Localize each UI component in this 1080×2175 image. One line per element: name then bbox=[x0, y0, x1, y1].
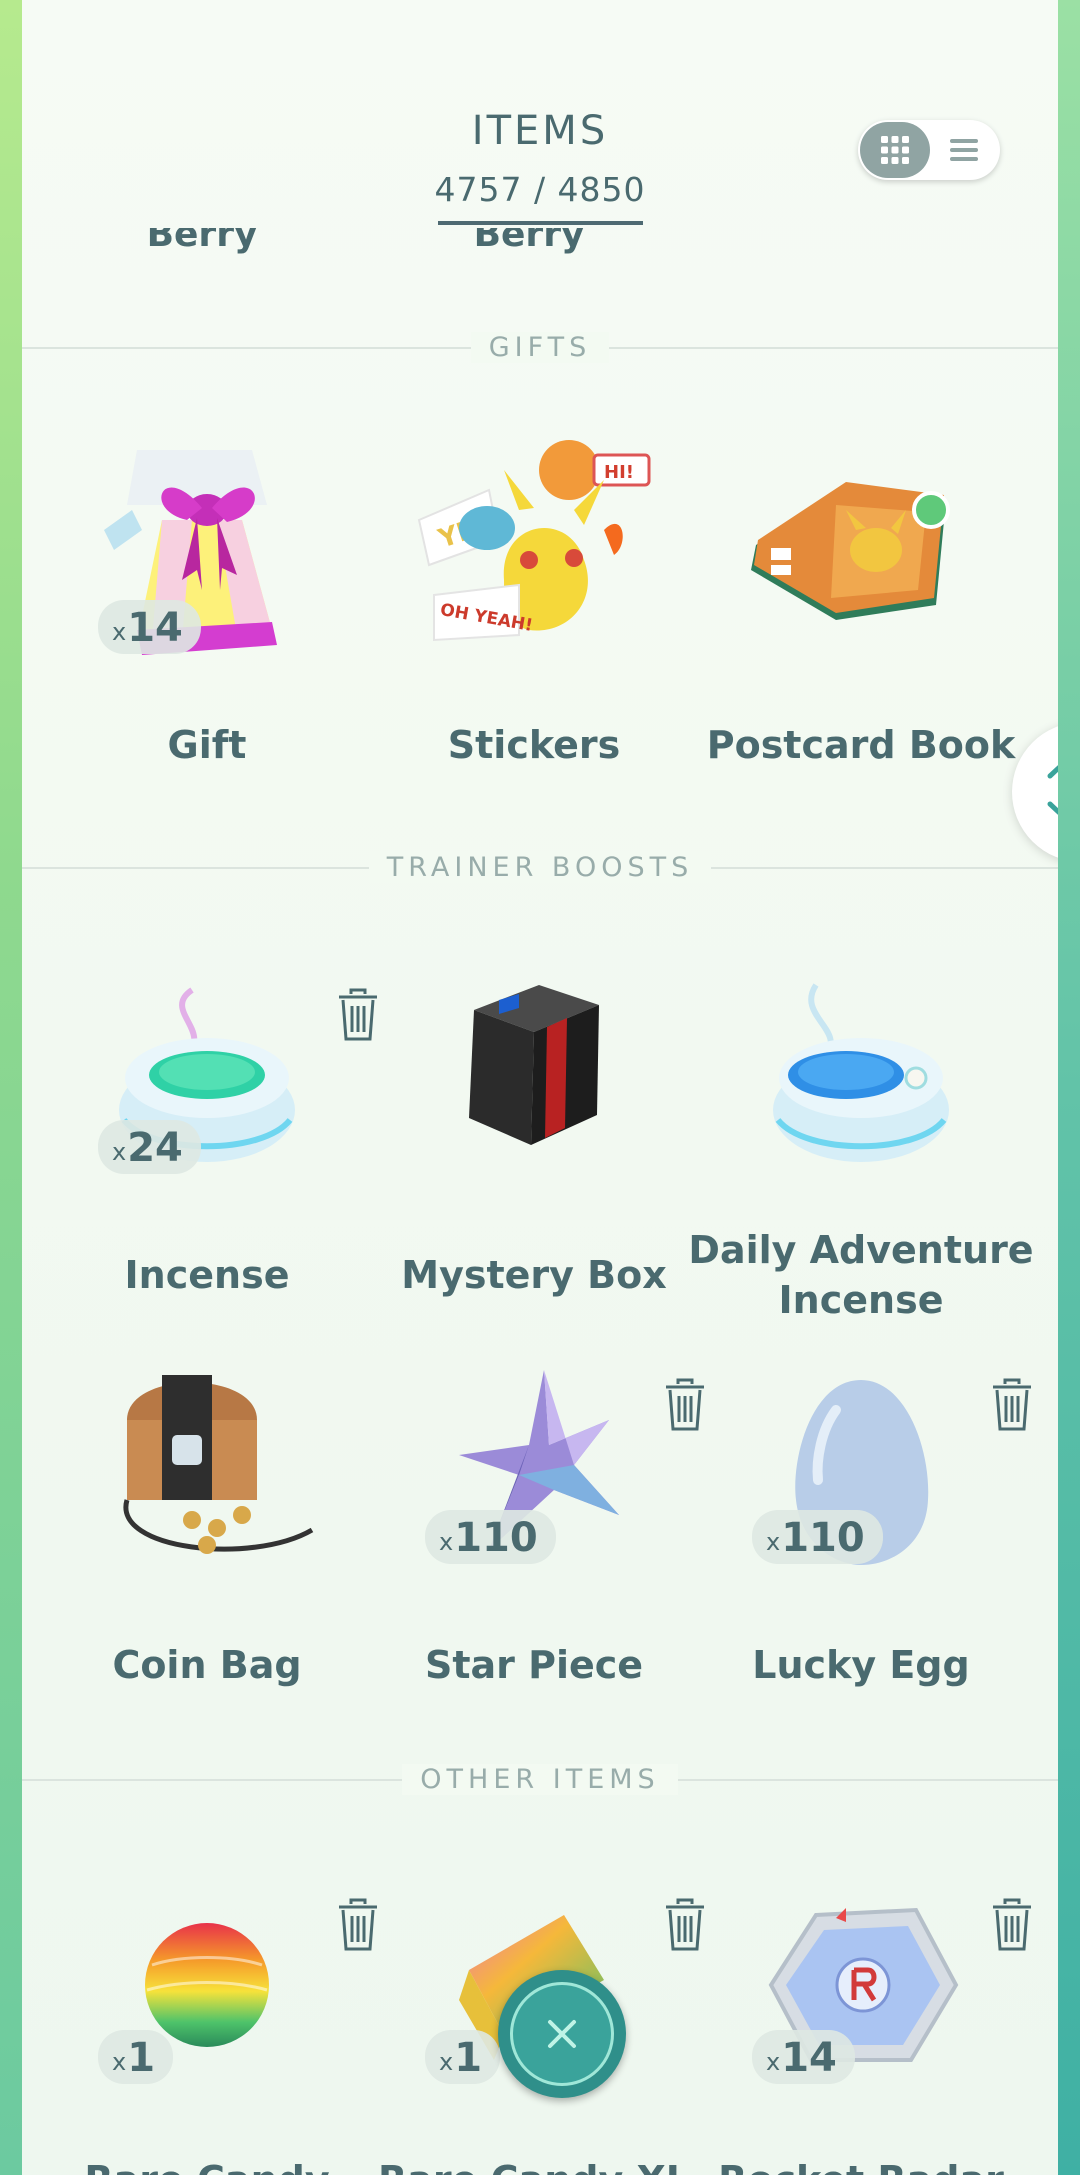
item-name: Rare Candy bbox=[22, 2155, 392, 2175]
item-gift[interactable]: x 14 Gift bbox=[42, 430, 372, 770]
item-rocket-radar[interactable]: x14 Rocket Radar bbox=[696, 1870, 1031, 2175]
delete-lucky-egg-button[interactable] bbox=[990, 1378, 1034, 1432]
view-toggle[interactable] bbox=[858, 120, 1000, 180]
right-edge bbox=[1058, 0, 1080, 2175]
postcard-book-image bbox=[751, 482, 950, 620]
count-badge: x1 bbox=[98, 2030, 174, 2084]
item-name: Rare Candy XL bbox=[349, 2155, 719, 2175]
item-postcard-book[interactable]: Postcard Book bbox=[696, 430, 1026, 770]
item-name: Gift bbox=[167, 723, 247, 767]
section-header-trainer-boosts: TRAINER BOOSTS bbox=[22, 852, 1058, 883]
left-edge bbox=[0, 0, 22, 2175]
count-badge: x 110 bbox=[425, 1510, 556, 1564]
item-incense[interactable]: x 24 Incense bbox=[42, 960, 377, 1300]
item-mystery-box[interactable]: Mystery Box bbox=[369, 960, 699, 1300]
count-badge: x 14 bbox=[752, 2030, 855, 2084]
item-rare-candy[interactable]: x1 Rare Candy bbox=[42, 1870, 377, 2175]
gift-image bbox=[104, 450, 277, 655]
delete-rocket-radar-button[interactable] bbox=[990, 1898, 1034, 1952]
rocket-radar-image bbox=[768, 1907, 959, 2062]
partial-item-label: Berry bbox=[473, 228, 585, 255]
partial-item-label: Berry bbox=[146, 228, 258, 255]
close-button[interactable] bbox=[498, 1970, 626, 2098]
chevron-up-icon bbox=[1047, 765, 1058, 779]
items-panel[interactable]: ITEMS 4757 / 4850 Berry Berry GIFTS x 14… bbox=[22, 0, 1058, 2175]
grid-icon bbox=[881, 136, 909, 164]
item-star-piece[interactable]: x 110 Star Piece bbox=[369, 1350, 704, 1690]
trash-icon bbox=[993, 1898, 1031, 1951]
daily-adventure-incense-image bbox=[773, 983, 949, 1162]
list-icon bbox=[950, 139, 978, 161]
item-name: Mystery Box bbox=[401, 1253, 667, 1297]
trash-icon bbox=[993, 1378, 1031, 1431]
item-coin-bag[interactable]: Coin Bag bbox=[42, 1350, 372, 1690]
item-lucky-egg[interactable]: x 110 Lucky Egg bbox=[696, 1350, 1031, 1690]
count-badge: x1 bbox=[425, 2030, 501, 2084]
section-header-gifts: GIFTS bbox=[22, 332, 1058, 363]
close-icon bbox=[548, 2020, 576, 2048]
sticker-hi-text: HI! bbox=[604, 462, 634, 483]
item-name: Stickers bbox=[447, 723, 621, 767]
incense-image bbox=[119, 987, 295, 1162]
item-name: Incense bbox=[124, 1253, 290, 1297]
item-name: Postcard Book bbox=[706, 723, 1016, 767]
stickers-image: YES! HI! OH YEAH! bbox=[417, 440, 651, 642]
count-badge: x 14 bbox=[98, 600, 201, 654]
mystery-box-image bbox=[469, 985, 599, 1145]
item-daily-adventure-incense[interactable]: Daily Adventure Incense bbox=[688, 960, 1034, 1322]
grid-view-button[interactable] bbox=[860, 122, 930, 178]
chevron-down-icon bbox=[1047, 801, 1058, 815]
item-stickers[interactable]: YES! HI! OH YEAH! Stickers bbox=[369, 430, 699, 770]
rare-candy-image bbox=[145, 1923, 269, 2047]
count-badge: x 24 bbox=[98, 1120, 201, 1174]
item-name: Daily Adventure Incense bbox=[688, 1228, 1034, 1322]
section-header-other-items: OTHER ITEMS bbox=[22, 1764, 1058, 1795]
title-underline bbox=[438, 221, 643, 225]
list-view-button[interactable] bbox=[930, 122, 998, 178]
item-name: Lucky Egg bbox=[752, 1643, 970, 1687]
coin-bag-image bbox=[123, 1375, 314, 1554]
close-button-ring bbox=[510, 1982, 614, 2086]
count-badge: x 110 bbox=[752, 1510, 883, 1564]
item-name: Star Piece bbox=[424, 1643, 644, 1687]
item-name: Coin Bag bbox=[112, 1643, 302, 1687]
item-name: Rocket Radar bbox=[676, 2155, 1046, 2175]
